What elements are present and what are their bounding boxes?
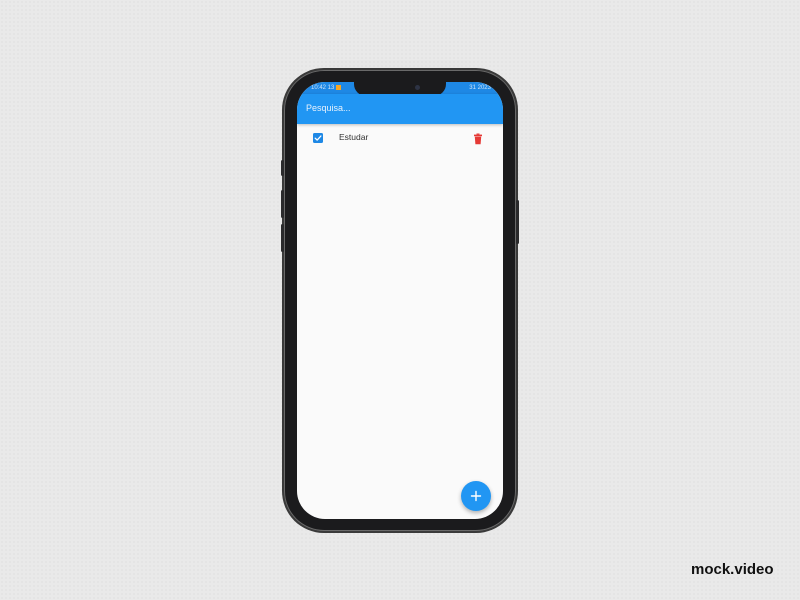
home-indicator (360, 512, 440, 515)
app-bar (297, 94, 503, 124)
trash-icon (474, 133, 482, 145)
warning-icon (336, 84, 342, 90)
phone-screen: 10:42 13 31 2023 Estudar (297, 82, 503, 519)
mute-switch (281, 160, 284, 176)
task-checkbox[interactable] (313, 133, 323, 143)
status-right-text: 31 2023 (469, 85, 491, 91)
status-bar: 10:42 13 31 2023 (297, 82, 503, 96)
list-item[interactable]: Estudar (297, 128, 503, 150)
status-time: 10:42 13 (311, 82, 342, 94)
camera-icon (415, 85, 420, 90)
watermark: mock.video (691, 561, 774, 578)
volume-down-button (281, 224, 284, 252)
search-input[interactable] (306, 100, 486, 116)
plus-icon (470, 490, 482, 502)
add-task-button[interactable] (461, 481, 491, 511)
volume-up-button (281, 190, 284, 218)
phone-frame: 10:42 13 31 2023 Estudar (281, 70, 519, 531)
task-label: Estudar (339, 132, 369, 142)
check-icon (314, 135, 322, 141)
power-button (516, 200, 519, 244)
delete-button[interactable] (473, 132, 483, 145)
